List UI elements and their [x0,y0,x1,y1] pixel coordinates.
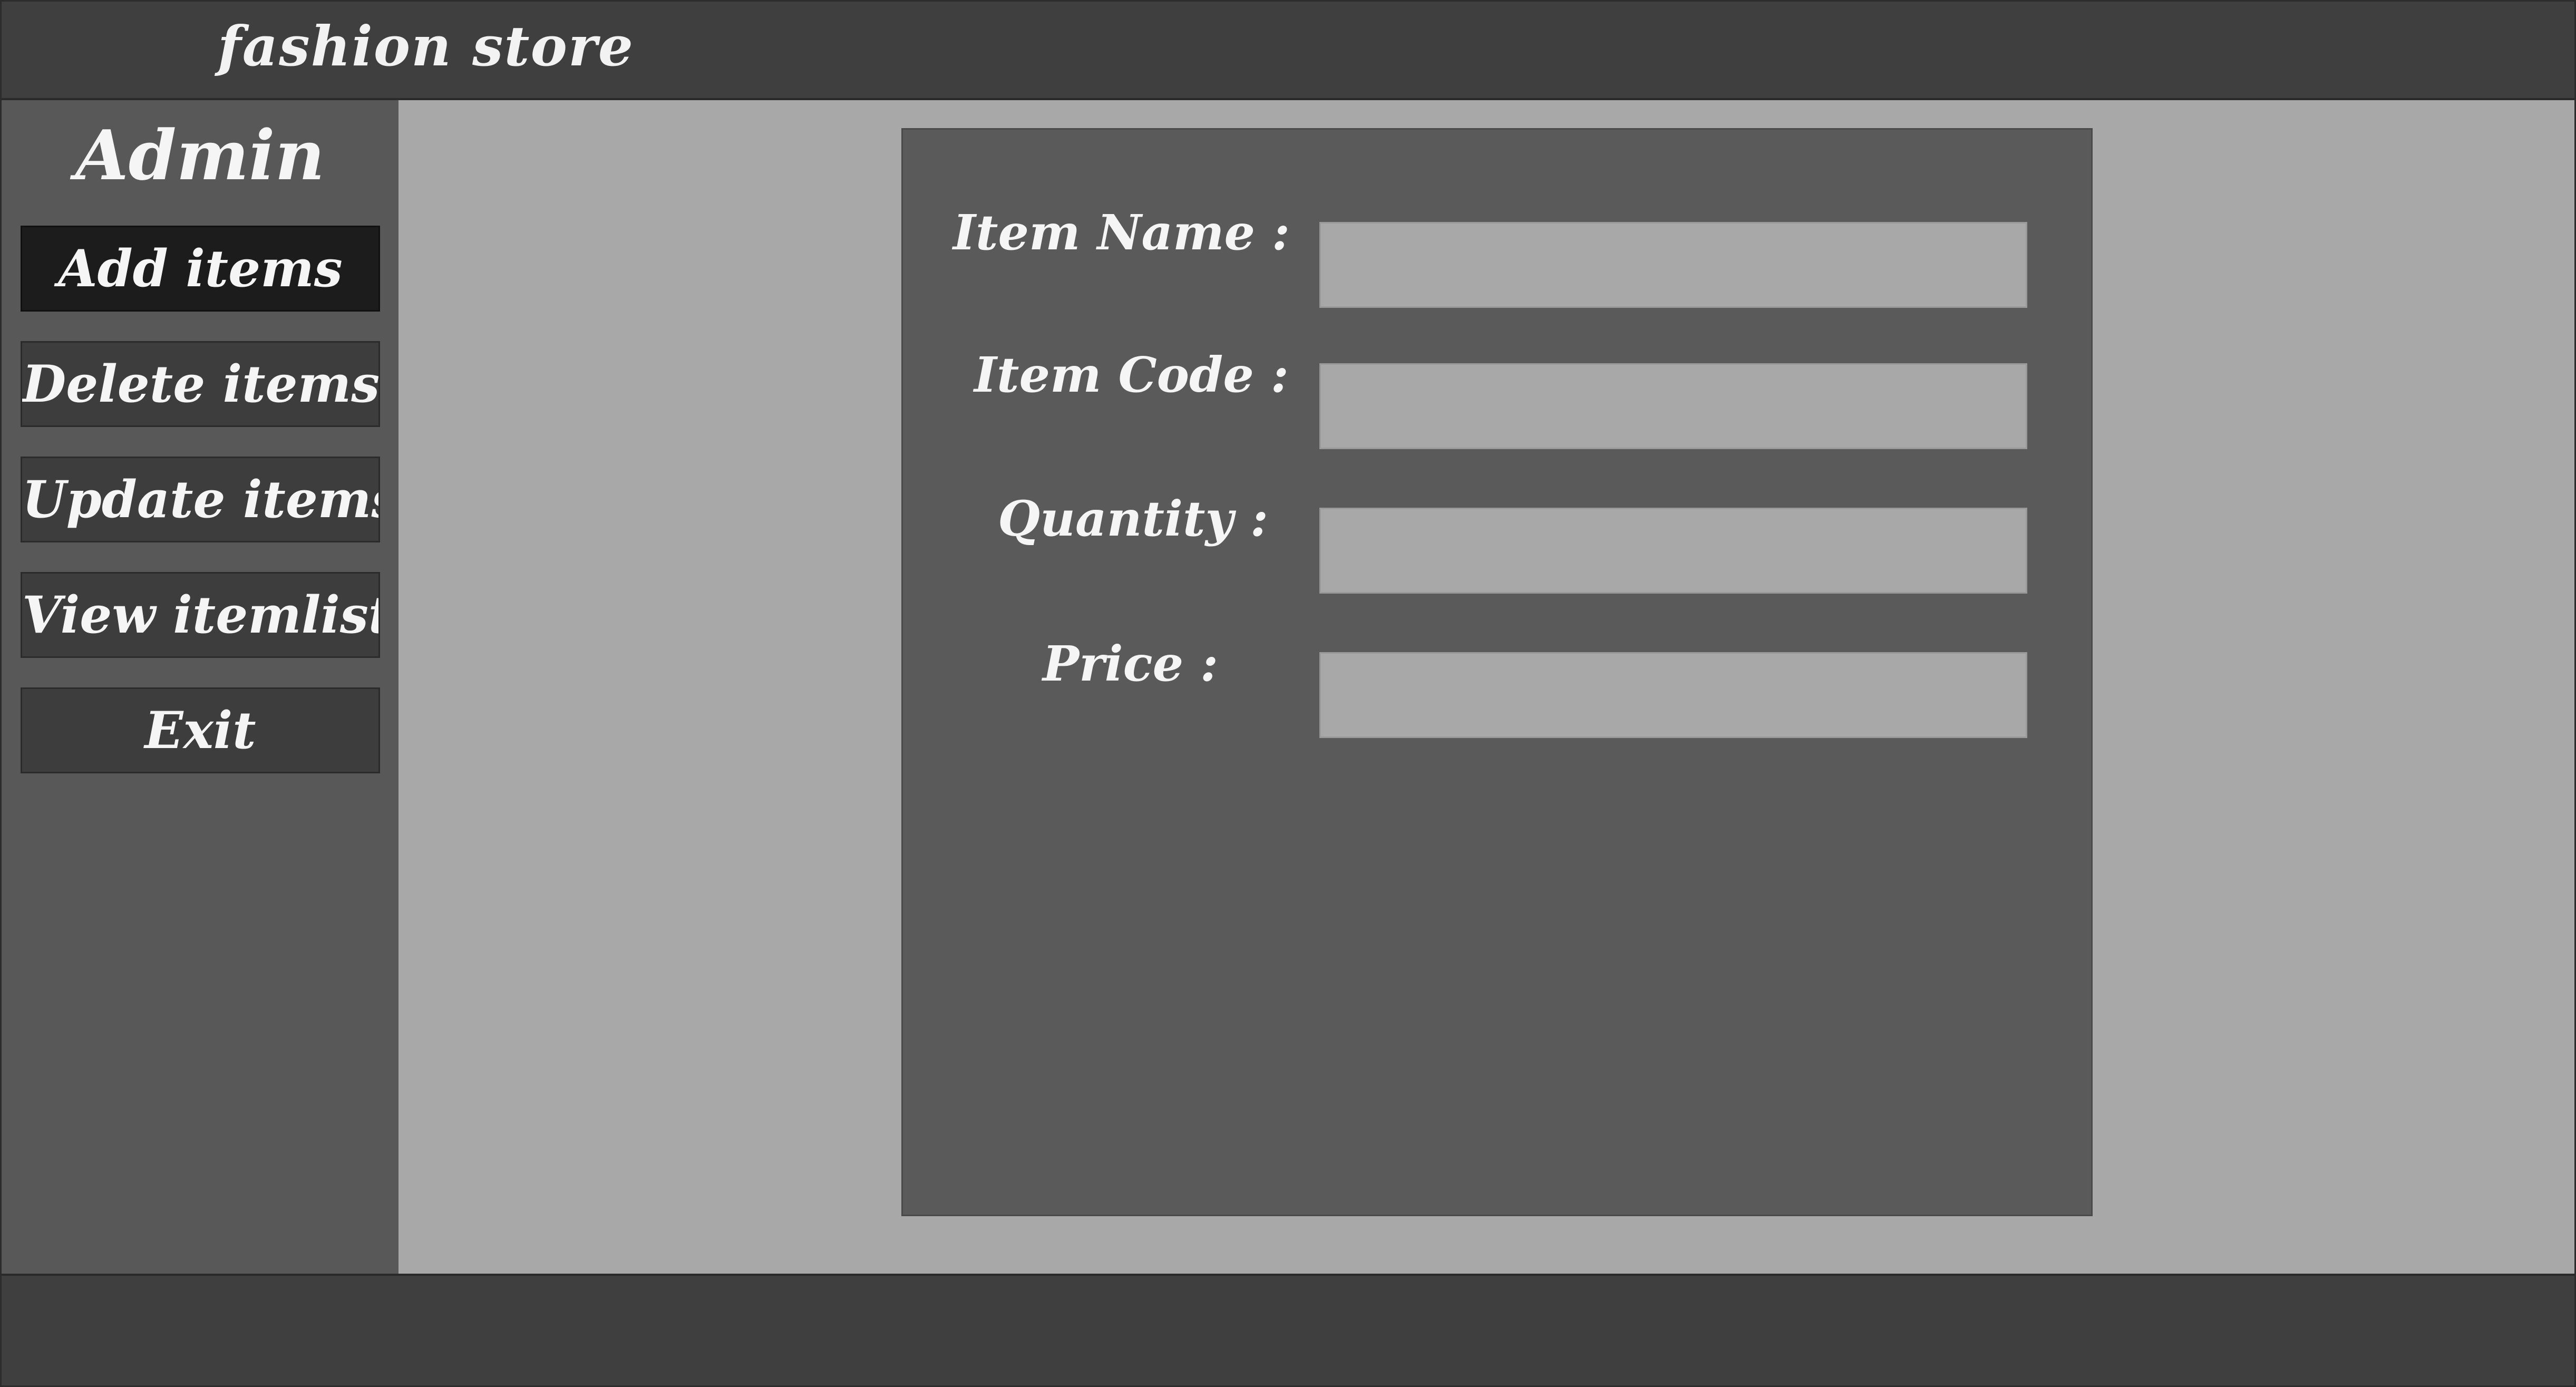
add-items-button[interactable]: Add items [21,226,380,312]
sidebar-title: Admin [75,115,325,196]
header-bar: fashion store [2,2,2574,100]
add-item-form: Item Name : Item Code : Quantity : Price… [901,128,2093,1216]
price-label: Price : [1043,635,1219,692]
sidebar: Admin Add items Delete items Update item… [2,100,398,1274]
item-code-input[interactable] [1319,363,2027,449]
main-content: Item Name : Item Code : Quantity : Price… [398,100,2574,1274]
app-window: fashion store Admin Add items Delete ite… [0,0,2576,1387]
delete-items-button[interactable]: Delete items [21,341,380,427]
quantity-input[interactable] [1319,508,2027,594]
app-title: fashion store [218,14,634,79]
item-code-label: Item Code : [974,346,1289,403]
exit-button[interactable]: Exit [21,687,380,773]
view-itemlist-button[interactable]: View itemlist [21,572,380,658]
update-items-button[interactable]: Update items [21,457,380,542]
quantity-label: Quantity : [998,490,1268,547]
item-name-label: Item Name : [953,204,1290,261]
footer-bar [2,1274,2574,1385]
item-name-input[interactable] [1319,222,2027,308]
price-input[interactable] [1319,652,2027,738]
